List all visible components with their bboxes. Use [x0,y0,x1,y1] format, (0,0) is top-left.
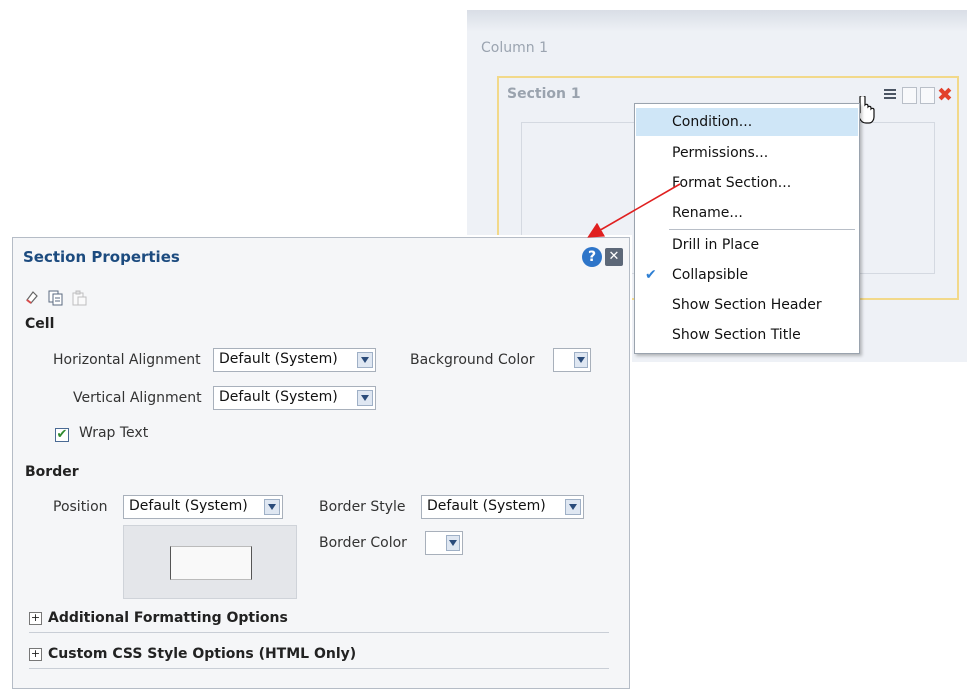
chevron-down-icon [264,499,280,515]
column-label: Column 1 [481,40,548,56]
divider [29,668,609,669]
background-color-label: Background Color [410,352,535,368]
chevron-down-icon [574,352,588,368]
chevron-down-icon [446,535,460,551]
split-icon[interactable] [919,86,935,104]
vertical-alignment-select[interactable]: Default (System) [213,386,376,410]
custom-css-expander[interactable]: + Custom CSS Style Options (HTML Only) [29,646,356,662]
border-heading: Border [25,464,79,480]
menu-item-drill-in-place[interactable]: Drill in Place [636,231,858,259]
border-position-preview[interactable] [123,525,297,599]
menu-item-permissions[interactable]: Permissions... [636,139,858,167]
wrap-text-checkbox[interactable]: ✔ [55,428,69,442]
cell-heading: Cell [25,316,55,332]
chevron-down-icon [357,352,373,368]
background-color-picker[interactable] [553,348,591,372]
section-context-menu: Condition... Permissions... Format Secti… [634,103,860,354]
menu-item-format-section[interactable]: Format Section... [636,169,858,197]
menu-item-condition[interactable]: Condition... [636,108,858,136]
border-position-select[interactable]: Default (System) [123,495,283,519]
paste-icon [71,290,87,310]
additional-formatting-expander[interactable]: + Additional Formatting Options [29,610,288,626]
expand-icon: + [29,647,42,661]
clear-icon[interactable] [25,290,39,308]
menu-item-collapsible[interactable]: ✔ Collapsible [636,261,858,289]
checkmark-icon: ✔ [645,267,657,283]
help-icon[interactable]: ? [582,247,602,267]
layout-icon[interactable] [901,86,917,104]
border-preview-cell [170,546,252,580]
horizontal-alignment-select[interactable]: Default (System) [213,348,376,372]
border-color-picker[interactable] [425,531,463,555]
copy-icon[interactable] [47,290,63,310]
position-label: Position [53,499,108,515]
wrap-text-label: Wrap Text [79,425,149,441]
border-color-label: Border Color [319,535,407,551]
vertical-alignment-label: Vertical Alignment [73,390,202,406]
section-properties-dialog: Section Properties ? ✕ Cell Horizontal A… [12,237,630,689]
close-icon[interactable]: ✕ [605,248,623,266]
section-menu-icon[interactable] [883,86,899,104]
border-style-select[interactable]: Default (System) [421,495,584,519]
dialog-title: Section Properties [23,248,180,266]
expand-icon: + [29,611,42,625]
border-style-label: Border Style [319,499,406,515]
delete-icon[interactable]: ✖ [937,86,953,105]
section-toolbar: ✖ [883,84,957,106]
menu-item-show-section-header[interactable]: Show Section Header [636,291,858,319]
section-label: Section 1 [507,86,581,102]
chevron-down-icon [357,390,373,406]
menu-item-rename[interactable]: Rename... [636,199,858,227]
divider [29,632,609,633]
menu-divider [669,229,855,230]
chevron-down-icon [565,499,581,515]
horizontal-alignment-label: Horizontal Alignment [53,352,201,368]
menu-item-show-section-title[interactable]: Show Section Title [636,321,858,349]
